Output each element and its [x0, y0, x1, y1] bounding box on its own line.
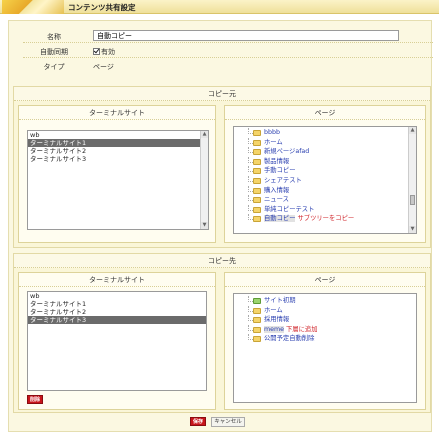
copy-source-section: コピー元 ターミナルサイト wb ターミナルサイト1 ターミナルサイト2 ターミナルサ… [13, 86, 431, 248]
folder-icon [253, 168, 261, 175]
dest-terminal-title: ターミナルサイト [19, 273, 215, 287]
source-page-tree[interactable]: bbbb ホーム新規ページafad 製品情報手動コピーシェアテスト 購入情報ニュース単… [233, 126, 417, 234]
tree-item[interactable]: ホーム [234, 305, 416, 316]
tree-item-label[interactable]: 公開予定自動削除 [264, 335, 314, 342]
folder-icon [253, 326, 261, 333]
tree-item[interactable]: 公開予定自動削除 [234, 334, 416, 344]
sync-row: 自動同期 有効 [23, 44, 433, 58]
tree-item[interactable]: ホーム [234, 137, 416, 148]
tree-item-label[interactable]: 購入情報 [264, 187, 289, 194]
tree-item[interactable]: 製品情報 [234, 156, 416, 167]
tree-item[interactable]: シェアテスト [234, 175, 416, 186]
scroll-down-icon[interactable]: ▼ [409, 226, 416, 233]
type-row: タイプ ページ [23, 59, 433, 73]
tree-item-label[interactable]: ホーム [264, 139, 283, 146]
tree-item-label[interactable]: 単純コピーテスト [264, 206, 314, 213]
tree-item-label[interactable]: 新規ページafad [264, 148, 309, 155]
tree-item-label[interactable]: meme [264, 325, 285, 333]
name-input[interactable] [93, 30, 399, 41]
copy-source-title: コピー元 [14, 87, 430, 101]
tree-item-label[interactable]: ホーム [264, 307, 283, 314]
folder-icon [253, 206, 261, 213]
scrollbar[interactable]: ▲ ▼ [200, 131, 208, 229]
window-title: コンテンツ共有設定 [68, 3, 136, 12]
tree-item[interactable]: 採用情報 [234, 315, 416, 325]
copy-dest-title: コピー先 [14, 254, 430, 268]
list-item[interactable]: wb [28, 292, 206, 300]
tree-item[interactable]: サイト初期 [234, 296, 416, 306]
title-bar: コンテンツ共有設定 [0, 0, 439, 14]
dest-terminal-list[interactable]: wb ターミナルサイト1 ターミナルサイト2 ターミナルサイト3 [27, 291, 207, 391]
tree-item-label[interactable]: 採用情報 [264, 316, 289, 323]
source-terminal-list[interactable]: wb ターミナルサイト1 ターミナルサイト2 ターミナルサイト3 ▲ ▼ [27, 130, 209, 230]
scroll-down-icon[interactable]: ▼ [201, 222, 208, 229]
tree-item[interactable]: 単純コピーテスト [234, 204, 416, 215]
settings-panel: 名称 自動同期 有効 タイプ ページ コピー元 ターミナルサイト wbターミナル… [8, 20, 433, 432]
sync-label: 自動同期 [40, 48, 68, 56]
folder-icon [253, 197, 261, 204]
tree-item[interactable]: bbbb [234, 128, 416, 138]
tree-item-label[interactable]: ニュース [264, 196, 289, 203]
dest-page-tree[interactable]: サイト初期 ホーム 採用情報 meme 下層に追加 公開予定自動削除 [233, 293, 417, 403]
tree-item[interactable]: 自動コピー サブツリーをコピー [234, 214, 416, 224]
delete-button[interactable]: 削除 [27, 395, 43, 404]
folder-icon [253, 336, 261, 343]
dest-page-title: ページ [225, 273, 425, 287]
source-page-title: ページ [225, 106, 425, 120]
sync-checkbox-label: 有効 [101, 48, 115, 56]
scrollbar[interactable]: ▲ ▼ [408, 127, 416, 233]
type-label: タイプ [43, 63, 65, 71]
tree-item-label[interactable]: 製品情報 [264, 158, 289, 165]
source-terminal-title: ターミナルサイト [19, 106, 215, 120]
folder-icon [253, 149, 261, 156]
folder-icon [253, 307, 261, 314]
list-item[interactable]: ターミナルサイト2 [28, 308, 206, 316]
save-button[interactable]: 保存 [190, 417, 206, 426]
tree-item-label[interactable]: サイト初期 [264, 297, 295, 304]
folder-icon [253, 130, 261, 136]
tree-item-note: サブツリーをコピー [297, 215, 355, 223]
scroll-up-icon[interactable]: ▲ [409, 127, 416, 134]
cancel-button[interactable]: キャンセル [211, 417, 245, 427]
checkbox-checked-icon[interactable] [93, 48, 100, 55]
list-item[interactable]: ターミナルサイト1 [28, 139, 208, 147]
tree-item[interactable]: 新規ページafad [234, 147, 416, 157]
tree-item-label[interactable]: 手動コピー [264, 167, 295, 174]
list-item[interactable]: ターミナルサイト1 [28, 300, 206, 308]
folder-icon [253, 317, 261, 324]
dest-page-panel: ページ サイト初期 ホーム 採用情報 meme 下層に追加 公開予定自動削除 [224, 272, 426, 410]
tree-item-label[interactable]: bbbb [264, 129, 280, 136]
scroll-up-icon[interactable]: ▲ [201, 131, 208, 138]
copy-dest-section: コピー先 ターミナルサイト wb ターミナルサイト1 ターミナルサイト2 ターミナルサ… [13, 253, 431, 413]
sync-checkbox[interactable]: 有効 [93, 47, 115, 57]
list-item[interactable]: ターミナルサイト3 [28, 316, 206, 324]
folder-icon [253, 216, 261, 223]
tree-item-label[interactable]: 自動コピー [264, 215, 296, 223]
list-item[interactable]: wb [28, 131, 208, 139]
type-value: ページ [93, 63, 114, 71]
tree-item[interactable]: 手動コピー [234, 166, 416, 176]
list-item[interactable]: ターミナルサイト2 [28, 147, 208, 155]
folder-icon [253, 177, 261, 184]
tree-item-label[interactable]: シェアテスト [264, 177, 302, 184]
source-terminal-panel: ターミナルサイト wb ターミナルサイト1 ターミナルサイト2 ターミナルサイト3 ▲… [18, 105, 216, 243]
folder-icon [253, 139, 261, 146]
name-label: 名称 [47, 33, 61, 41]
source-page-panel: ページ bbbb ホーム新規ページafad 製品情報手動コピーシェアテスト 購入情報ニ… [224, 105, 426, 243]
scroll-thumb[interactable] [410, 195, 415, 205]
folder-icon [253, 187, 261, 194]
tree-item[interactable]: ニュース [234, 195, 416, 205]
list-item[interactable]: ターミナルサイト3 [28, 155, 208, 163]
dest-terminal-panel: ターミナルサイト wb ターミナルサイト1 ターミナルサイト2 ターミナルサイト3 削… [18, 272, 216, 410]
app-logo [2, 0, 64, 14]
tree-item-note: 下層に追加 [286, 325, 318, 333]
folder-icon [253, 158, 261, 165]
tree-item[interactable]: 購入情報 [234, 185, 416, 196]
tree-item[interactable]: meme 下層に追加 [234, 324, 416, 335]
folder-icon [253, 298, 261, 304]
name-row: 名称 [23, 29, 433, 43]
